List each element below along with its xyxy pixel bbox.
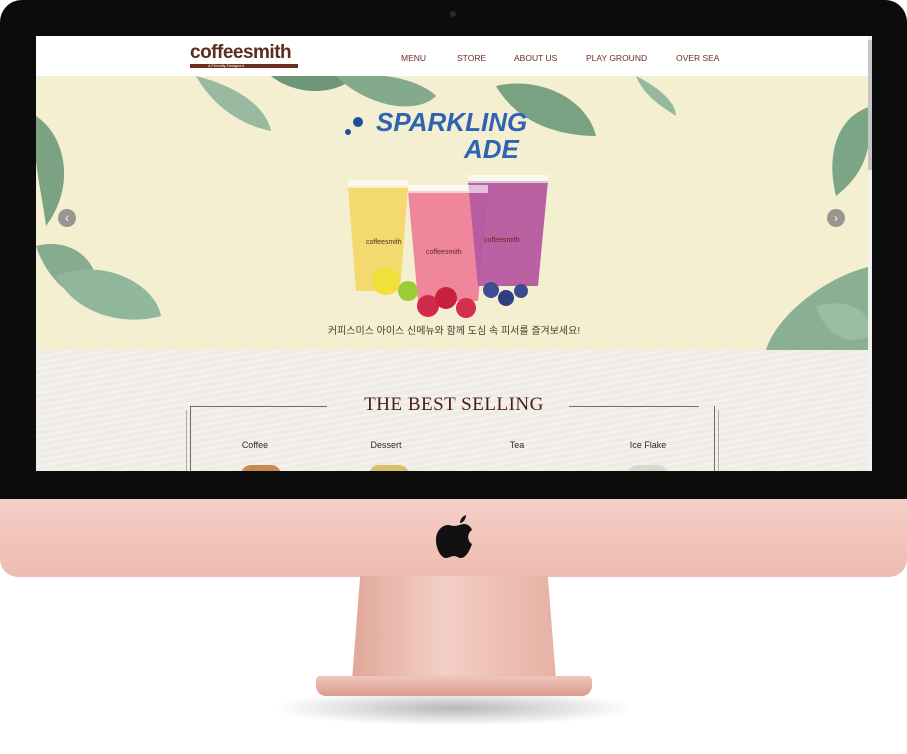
category-tea[interactable]: Tea <box>477 440 557 450</box>
logo-tagline: A Friendly Designed <box>208 63 244 68</box>
monitor-stand-base <box>316 676 592 696</box>
apple-logo-icon <box>436 515 472 558</box>
best-selling-section: THE BEST SELLING Coffee Dessert Tea Ice … <box>36 350 872 471</box>
monitor-stand-neck <box>352 576 556 680</box>
category-coffee[interactable]: Coffee <box>215 440 295 450</box>
nav-menu[interactable]: MENU <box>401 53 426 63</box>
cup-brand-1: coffeesmith <box>366 239 402 246</box>
chevron-right-icon: › <box>834 211 838 225</box>
hero-caption: 커피스미스 아이스 신메뉴와 함께 도심 속 피서를 즐겨보세요! <box>327 326 581 337</box>
logo-text: coffeesmith <box>190 42 292 63</box>
hero-title-line1: SPARKLING <box>376 107 527 137</box>
cup-brand-2: coffeesmith <box>426 249 462 256</box>
nav-play-ground[interactable]: PLAY GROUND <box>586 53 647 63</box>
category-ice-flake[interactable]: Ice Flake <box>608 440 688 450</box>
logo[interactable]: coffeesmith A Friendly Designed <box>190 43 298 69</box>
hero-illustration: SPARKLING ADE coffeesmith coffeesmith co… <box>36 76 872 350</box>
nav-store[interactable]: STORE <box>457 53 486 63</box>
slider-next-button[interactable]: › <box>827 209 845 227</box>
coffee-thumbnail[interactable] <box>241 465 281 471</box>
slider-prev-button[interactable]: ‹ <box>58 209 76 227</box>
best-selling-title: THE BEST SELLING <box>364 394 544 415</box>
nav-over-sea[interactable]: OVER SEA <box>676 53 719 63</box>
frame-left <box>190 406 191 471</box>
scrollbar-thumb[interactable] <box>868 40 872 170</box>
camera-dot <box>450 11 456 17</box>
hero-title-line2: ADE <box>463 134 520 164</box>
browser-screen: coffeesmith A Friendly Designed MENU STO… <box>36 36 872 471</box>
cup-brand-3: coffeesmith <box>484 237 520 244</box>
category-dessert[interactable]: Dessert <box>346 440 426 450</box>
nav-about-us[interactable]: ABOUT US <box>514 53 557 63</box>
hero-slider: SPARKLING ADE coffeesmith coffeesmith co… <box>36 76 872 350</box>
frame-right <box>714 406 715 471</box>
site-header: coffeesmith A Friendly Designed MENU STO… <box>36 36 872 76</box>
frame-top-right <box>569 406 699 407</box>
dessert-thumbnail[interactable] <box>369 465 409 471</box>
frame-right-inner <box>718 410 719 471</box>
chevron-left-icon: ‹ <box>65 211 69 225</box>
ice-flake-thumbnail[interactable] <box>628 465 668 471</box>
frame-left-inner <box>186 410 187 471</box>
frame-top-left <box>190 406 327 407</box>
page-scrollbar[interactable] <box>868 36 872 471</box>
